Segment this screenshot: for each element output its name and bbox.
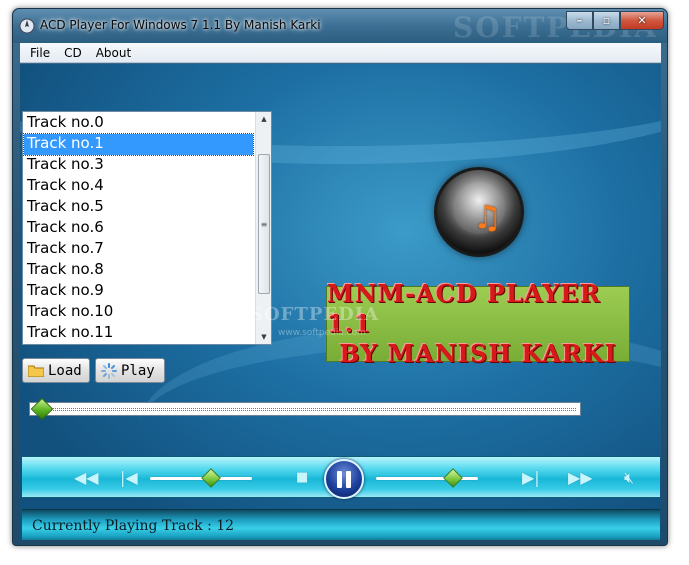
scroll-up-icon[interactable]: ▲	[256, 112, 272, 126]
fast-forward-icon[interactable]: ▶▶	[568, 468, 593, 487]
player-logo-orb: ♫	[434, 167, 524, 257]
app-window: SOFTPEDIA ACD Player For Windows 7 1.1 B…	[12, 8, 668, 546]
seek-bar[interactable]	[29, 397, 581, 421]
softpedia-url: www.softpedia.com	[278, 328, 366, 338]
minimize-icon: –	[576, 14, 583, 27]
scroll-down-icon[interactable]: ▼	[256, 330, 272, 344]
seek-track	[36, 408, 576, 411]
music-note-icon: ♫	[473, 198, 502, 236]
track-list-item[interactable]: Track no.9	[24, 281, 253, 302]
now-playing-text: Currently Playing Track : 12	[32, 518, 235, 534]
track-list-item[interactable]: Track no.5	[24, 197, 253, 218]
scrollbar-thumb[interactable]: ≡	[258, 154, 270, 294]
load-button[interactable]: Load	[22, 358, 90, 383]
close-button[interactable]: ✕	[620, 11, 664, 30]
track-list-item[interactable]: Track no.4	[24, 176, 253, 197]
track-list-item[interactable]: Track no.10	[24, 302, 253, 323]
load-button-label: Load	[48, 362, 82, 379]
rewind-icon[interactable]: ◀◀	[74, 468, 99, 487]
player-area: Track no.0 Track no.1 Track no.3 Track no.4…	[20, 64, 661, 540]
pause-icon	[337, 470, 342, 488]
menu-cd[interactable]: CD	[57, 46, 89, 60]
track-list[interactable]: Track no.0 Track no.1 Track no.3 Track no.4…	[22, 111, 272, 345]
menu-bar: File CD About	[20, 43, 661, 63]
control-bar: ◀◀ |◀ ■ ▶| ▶▶ 🔇︎	[22, 456, 660, 499]
spinner-icon	[101, 362, 117, 379]
close-icon: ✕	[637, 14, 647, 27]
status-bar: Currently Playing Track : 12	[22, 509, 660, 540]
banner-line-2: BY MANISH KARKI	[339, 339, 617, 368]
balance-slider-thumb[interactable]	[201, 468, 222, 488]
track-list-item[interactable]: Track no.1	[23, 133, 254, 156]
menu-about[interactable]: About	[89, 46, 138, 60]
play-button-label: Play	[121, 362, 155, 379]
folder-icon	[28, 365, 44, 377]
window-title: ACD Player For Windows 7 1.1 By Manish K…	[40, 18, 321, 32]
track-list-items: Track no.0 Track no.1 Track no.3 Track no.4…	[23, 113, 255, 344]
pause-icon	[346, 470, 351, 488]
menu-file[interactable]: File	[23, 46, 57, 60]
seek-thumb[interactable]	[30, 397, 54, 421]
maximize-button[interactable]: ▫	[593, 11, 620, 30]
play-button[interactable]: Play	[95, 358, 165, 383]
stop-icon[interactable]: ■	[296, 470, 308, 485]
softpedia-watermark: SOFTPEDIA	[250, 304, 380, 325]
track-list-item[interactable]: Track no.3	[24, 155, 253, 176]
skip-next-icon[interactable]: ▶|	[522, 468, 540, 487]
track-list-item[interactable]: Track no.11	[24, 323, 253, 344]
track-list-item[interactable]: Track no.8	[24, 260, 253, 281]
track-list-item[interactable]: Track no.7	[24, 239, 253, 260]
title-watermark: SOFTPEDIA	[453, 11, 658, 43]
window-controls: – ▫ ✕	[566, 11, 664, 30]
skip-previous-icon[interactable]: |◀	[120, 468, 138, 487]
track-list-item[interactable]: Track no.0	[24, 113, 253, 134]
volume-slider-thumb[interactable]	[442, 468, 463, 488]
pause-button[interactable]	[324, 459, 364, 499]
maximize-icon: ▫	[602, 14, 611, 27]
app-icon	[19, 18, 35, 34]
minimize-button[interactable]: –	[566, 11, 593, 30]
mute-icon[interactable]: 🔇︎	[624, 468, 634, 488]
title-bar[interactable]: SOFTPEDIA ACD Player For Windows 7 1.1 B…	[13, 9, 667, 43]
track-list-item[interactable]: Track no.6	[24, 218, 253, 239]
